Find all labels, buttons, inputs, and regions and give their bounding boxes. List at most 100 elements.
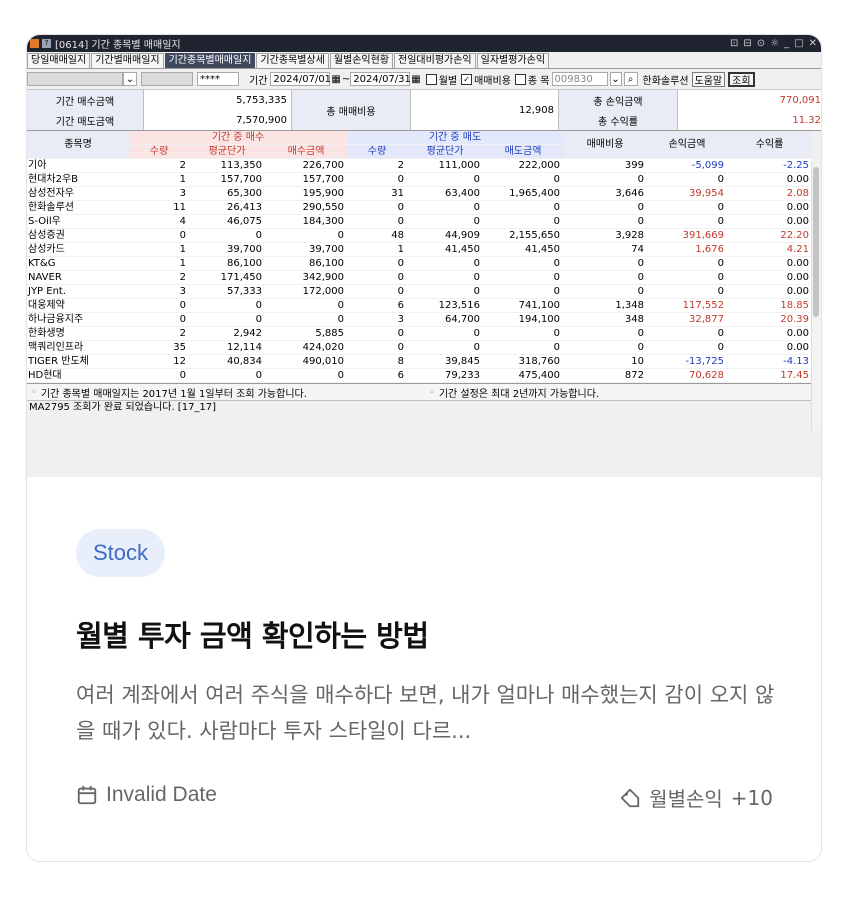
stock-checkbox[interactable] <box>514 73 526 85</box>
col-stock-name[interactable]: 종목명 <box>27 131 129 159</box>
stock-name: 한화솔루션 <box>642 75 689 87</box>
table-scrollbar[interactable] <box>811 161 821 431</box>
tab-daily-pnl[interactable]: 일자별평가손익 <box>476 53 550 68</box>
tab-period-stock-detail[interactable]: 기간종목별상세 <box>256 53 329 68</box>
cell-return: 0.00 <box>727 214 812 229</box>
cell-sell-amount: 194,100 <box>483 312 563 327</box>
note-start-date: 기간 종목별 매매일지는 2017년 1월 1일부터 조회 가능합니다. <box>40 388 307 400</box>
post-tag[interactable]: 월별손익 <box>649 783 723 812</box>
scrollbar-thumb[interactable] <box>813 167 819 317</box>
stock-code-input[interactable]: 009830 <box>551 72 608 86</box>
cell-sell-avg: 0 <box>407 326 483 341</box>
col-buy-avg[interactable]: 평균단가 <box>189 144 265 159</box>
post-tag-more[interactable]: +10 <box>731 786 773 810</box>
table-row[interactable]: S-Oil우 4 46,075 184,300 0 0 0 0 0 0.00 <box>27 214 812 229</box>
cell-buy-avg: 46,075 <box>189 214 265 229</box>
account-name <box>141 72 193 86</box>
monthly-checkbox[interactable] <box>425 73 437 85</box>
fee-checkbox[interactable]: ✓ <box>461 73 473 85</box>
cell-sell-amount: 0 <box>483 326 563 341</box>
tab-period[interactable]: 기간별매매일지 <box>91 53 164 68</box>
cell-return: 0.00 <box>727 200 812 215</box>
cell-sell-qty: 8 <box>347 354 407 369</box>
fee-total-label: 총 매매비용 <box>326 106 376 118</box>
table-row[interactable]: 하나금융지주 0 0 0 3 64,700 194,100 348 32,877 20.39 <box>27 312 812 327</box>
end-date-input[interactable]: 2024/07/31 <box>350 72 411 86</box>
cell-return: 0.00 <box>727 326 812 341</box>
table-row[interactable]: TIGER 반도체 12 40,834 490,010 8 39,845 318,760 10… <box>27 354 812 369</box>
col-sell-avg[interactable]: 평균단가 <box>407 144 483 159</box>
cell-buy-qty: 1 <box>129 242 189 257</box>
cell-stock-name: 맥쿼리인프라 <box>27 340 129 355</box>
tab-daily[interactable]: 당일매매일지 <box>27 53 91 68</box>
table-row[interactable]: 삼성카드 1 39,700 39,700 1 41,450 41,450 74 1,676 4.2… <box>27 242 812 257</box>
table-row[interactable]: 대웅제약 0 0 0 6 123,516 741,100 1,348 117,552 18.85 <box>27 298 812 313</box>
table-row[interactable]: KT&G 1 86,100 86,100 0 0 0 0 0 0.00 <box>27 256 812 271</box>
post-title[interactable]: 월별 투자 금액 확인하는 방법 <box>76 613 429 655</box>
cell-stock-name: 삼성증권 <box>27 228 129 243</box>
stock-label: 종 목 <box>527 75 550 87</box>
cell-fee: 3,928 <box>563 228 647 243</box>
chevron-down-icon[interactable]: ⌄ <box>123 72 137 86</box>
start-date-input[interactable]: 2024/07/01 <box>270 72 331 86</box>
col-sell-amount[interactable]: 매도금액 <box>483 144 563 159</box>
cell-buy-avg: 39,700 <box>189 242 265 257</box>
table-row[interactable]: 한화생명 2 2,942 5,885 0 0 0 0 0 0.00 <box>27 326 812 341</box>
table-row[interactable]: NAVER 2 171,450 342,900 0 0 0 0 0 0.00 <box>27 270 812 285</box>
cell-return: 17.45 <box>727 368 812 383</box>
cell-fee: 10 <box>563 354 647 369</box>
col-sell-qty[interactable]: 수량 <box>347 144 407 159</box>
cell-fee: 0 <box>563 326 647 341</box>
tab-period-by-stock[interactable]: 기간종목별매매일지 <box>164 53 256 68</box>
col-buy-amount[interactable]: 매수금액 <box>265 144 347 159</box>
link-icon[interactable]: ⊟ <box>743 38 751 49</box>
cell-stock-name: 하나금융지주 <box>27 312 129 327</box>
post-card[interactable]: ? [0614] 기간 종목별 매매일지 ⊡ ⊟ ⊙ ☼ _ □ ✕ 당일매매일… <box>26 34 822 862</box>
category-badge[interactable]: Stock <box>76 529 166 577</box>
chevron-down-icon[interactable]: ⌄ <box>609 72 622 86</box>
search-icon[interactable]: ⌕ <box>623 72 638 86</box>
calendar-icon[interactable]: ▦ <box>331 74 340 85</box>
pin-icon[interactable]: ⊡ <box>730 38 738 49</box>
tab-prev-day-pnl[interactable]: 전일대비평가손익 <box>394 53 476 68</box>
password-field[interactable]: **** <box>197 72 239 86</box>
table-row[interactable]: 맥쿼리인프라 35 12,114 424,020 0 0 0 0 0 0.00 <box>27 340 812 355</box>
col-buy-qty[interactable]: 수량 <box>129 144 189 159</box>
sell-total-label: 기간 매도금액 <box>55 116 115 128</box>
sell-total-value: 7,570,900 <box>236 114 287 126</box>
maximize-icon[interactable]: □ <box>794 38 803 49</box>
account-select[interactable] <box>27 72 123 86</box>
cell-pnl: 0 <box>647 340 727 355</box>
query-button[interactable]: 조회 <box>728 71 755 87</box>
cell-buy-avg: 40,834 <box>189 354 265 369</box>
table-row[interactable]: 한화솔루션 11 26,413 290,550 0 0 0 0 0 0.00 <box>27 200 812 215</box>
calendar-icon[interactable]: ▦ <box>411 74 420 85</box>
tab-monthly-pnl[interactable]: 월별손익현황 <box>329 53 394 68</box>
cell-fee: 3,646 <box>563 186 647 201</box>
cell-buy-qty: 12 <box>129 354 189 369</box>
cell-pnl: 0 <box>647 200 727 215</box>
table-row[interactable]: HD현대 0 0 0 6 79,233 475,400 872 70,628 17.45 <box>27 368 812 383</box>
table-row[interactable]: JYP Ent. 3 57,333 172,000 0 0 0 0 0 0.00 <box>27 284 812 299</box>
minimize-icon[interactable]: _ <box>784 38 789 49</box>
help-button[interactable]: 도움말 <box>691 71 726 87</box>
close-icon[interactable]: ✕ <box>809 38 817 49</box>
table-row[interactable]: 현대차2우B 1 157,700 157,700 0 0 0 0 0 0.00 <box>27 172 812 187</box>
cell-buy-qty: 3 <box>129 284 189 299</box>
cell-buy-avg: 86,100 <box>189 256 265 271</box>
table-row[interactable]: 기아 2 113,350 226,700 2 111,000 222,000 399 -5,09… <box>27 158 812 173</box>
table-row[interactable]: 삼성증권 0 0 0 48 44,909 2,155,650 3,928 391,669 22.2… <box>27 228 812 243</box>
fee-total-value: 12,908 <box>519 104 554 116</box>
table-row[interactable]: 삼성전자우 3 65,300 195,900 31 63,400 1,965,400 3,64… <box>27 186 812 201</box>
col-pnl[interactable]: 손익금액 <box>647 131 727 159</box>
cell-stock-name: 한화생명 <box>27 326 129 341</box>
cell-fee: 0 <box>563 200 647 215</box>
lock-icon[interactable]: ⊙ <box>757 38 765 49</box>
settings-icon[interactable]: ☼ <box>770 38 779 49</box>
cell-fee: 0 <box>563 340 647 355</box>
post-tags[interactable]: 월별손익 +10 <box>619 783 773 812</box>
cell-buy-avg: 26,413 <box>189 200 265 215</box>
col-return[interactable]: 수익률 <box>727 131 812 159</box>
cell-sell-qty: 0 <box>347 214 407 229</box>
col-fee[interactable]: 매매비용 <box>563 131 647 159</box>
